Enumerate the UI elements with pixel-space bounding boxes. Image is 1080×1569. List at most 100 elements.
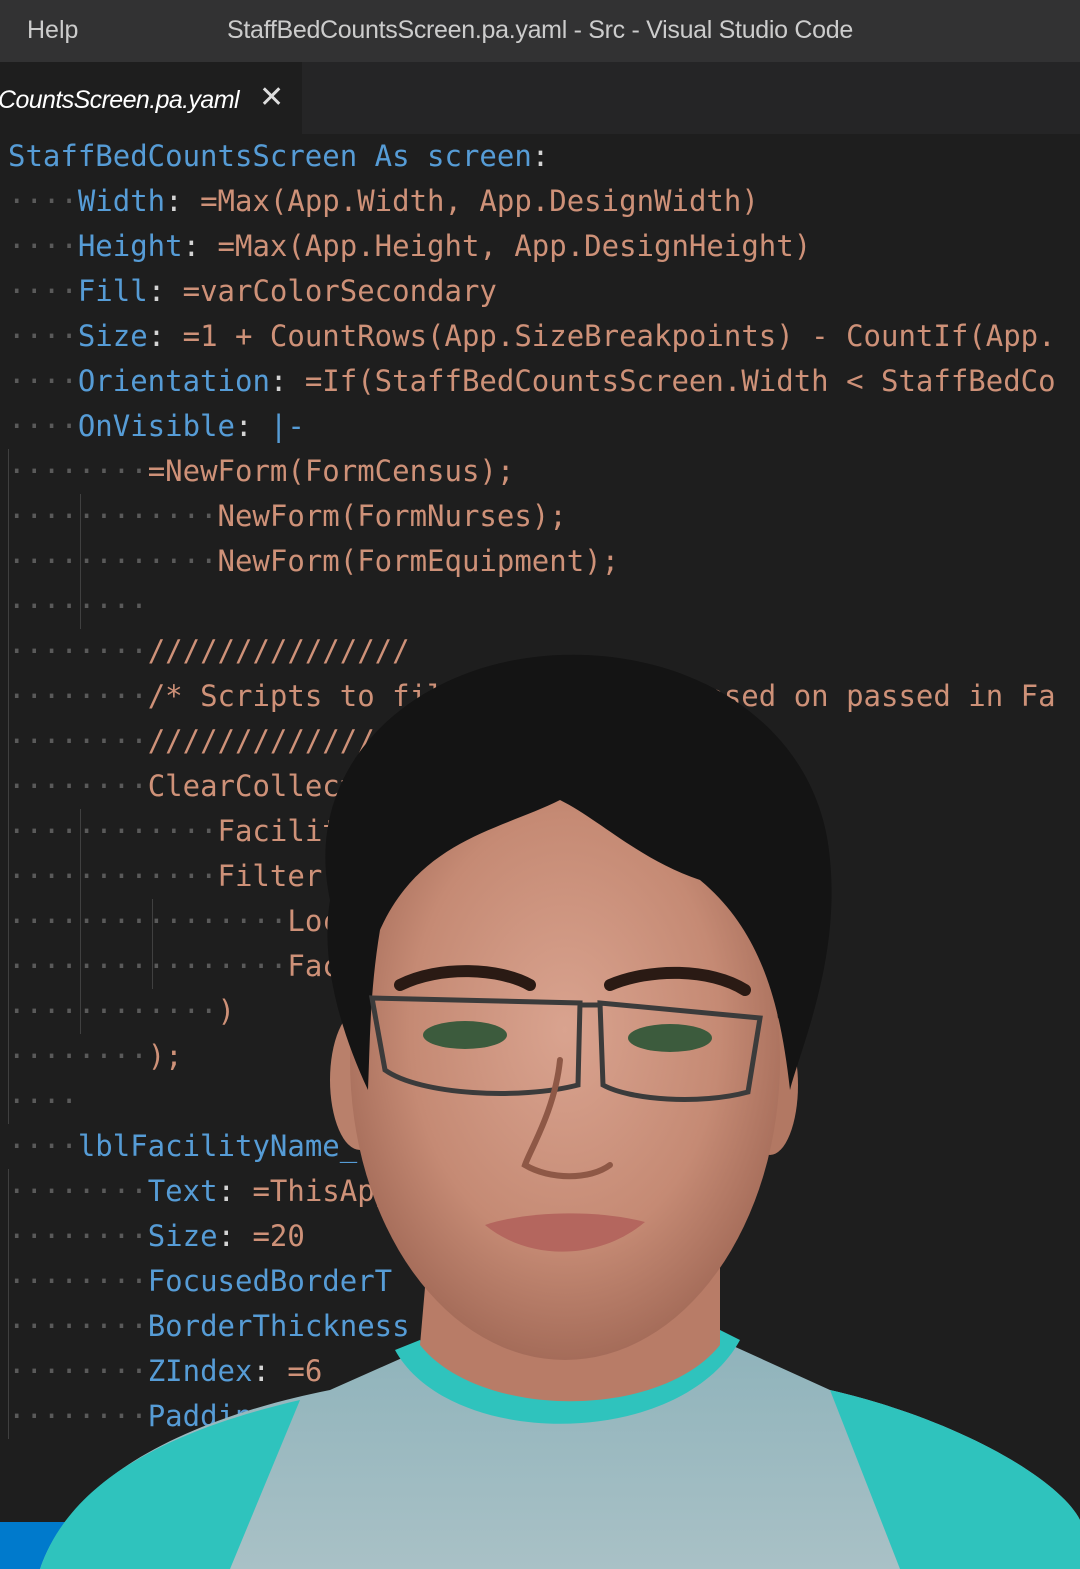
indent-whitespace: ············ xyxy=(8,814,218,848)
code-line[interactable]: ····OnVisible: |- xyxy=(8,404,305,449)
code-token: : xyxy=(182,229,218,263)
code-line[interactable]: ············NewForm(FormNurses); xyxy=(8,494,567,539)
indent-whitespace: ················ xyxy=(8,904,288,938)
code-token: FacilityID = Param("FacilityID xyxy=(287,949,812,983)
code-line[interactable]: ············NewForm(FormEquipment); xyxy=(8,539,619,584)
code-token: =Max(App.Height, App.DesignHeight) xyxy=(217,229,812,263)
code-line[interactable]: ········ClearCollect( xyxy=(8,764,375,809)
indent-whitespace: ···· xyxy=(8,1084,78,1118)
code-token: ); xyxy=(147,1039,183,1073)
indent-whitespace: ········ xyxy=(8,769,148,803)
code-token: : xyxy=(165,184,201,218)
indent-guide xyxy=(8,899,9,944)
code-line[interactable]: ········); xyxy=(8,1034,183,1079)
indent-whitespace: ········ xyxy=(8,1219,148,1253)
indent-guide xyxy=(152,899,153,944)
code-token: ZIndex xyxy=(147,1354,253,1388)
code-token: =ThisApp xyxy=(252,1174,393,1208)
code-line[interactable]: ············Filter( xyxy=(8,854,340,899)
indent-guide xyxy=(80,854,81,899)
code-line[interactable]: ···· xyxy=(8,1079,78,1124)
code-line[interactable]: ················FacilityID = Param("Faci… xyxy=(8,944,811,989)
code-token: : xyxy=(531,139,550,173)
code-editor[interactable]: StaffBedCountsScreen As screen: ····Width… xyxy=(0,134,1080,1569)
indent-whitespace: ············ xyxy=(8,544,218,578)
code-line[interactable]: ········/* Scripts to filter locations b… xyxy=(8,674,1056,719)
code-token: FocusedBorderT xyxy=(147,1264,393,1298)
code-token: =1 + CountRows(App.SizeBreakpoints) - Co… xyxy=(182,319,1056,353)
status-bar xyxy=(0,1522,80,1569)
indent-guide xyxy=(152,944,153,989)
code-line[interactable]: ····Size: =1 + CountRows(App.SizeBreakpo… xyxy=(8,314,1056,359)
code-token: : xyxy=(269,364,305,398)
code-token: NewForm(FormNurses); xyxy=(217,499,567,533)
close-icon[interactable]: ✕ xyxy=(259,80,284,115)
code-token: NewForm(FormEquipment); xyxy=(217,544,620,578)
code-line[interactable]: ········/////////////// xyxy=(8,629,410,674)
indent-whitespace: ········ xyxy=(8,634,148,668)
indent-guide xyxy=(8,1394,9,1439)
code-line[interactable]: ············Facilities, xyxy=(8,809,410,854)
code-line[interactable]: ········ xyxy=(8,584,148,629)
code-line[interactable]: ········Text: =ThisApp xyxy=(8,1169,392,1214)
code-token: =varColorSecondary xyxy=(182,274,497,308)
indent-whitespace: ················ xyxy=(8,949,288,983)
indent-guide xyxy=(80,494,81,539)
code-token: Size xyxy=(147,1219,218,1253)
code-token: : xyxy=(234,409,270,443)
indent-whitespace: ···· xyxy=(8,229,78,263)
code-token: Fill xyxy=(77,274,148,308)
code-token: /////////////// xyxy=(147,724,410,758)
indent-guide xyxy=(80,944,81,989)
editor-tab-active[interactable]: CountsScreen.pa.yaml ✕ xyxy=(0,62,302,134)
code-line[interactable]: ········BorderThickness xyxy=(8,1304,410,1349)
indent-guide xyxy=(8,449,9,494)
code-token: Width xyxy=(77,184,166,218)
code-token: ClearCollect( xyxy=(147,769,375,803)
code-line[interactable]: ····Height: =Max(App.Height, App.DesignH… xyxy=(8,224,811,269)
indent-whitespace: ········ xyxy=(8,589,148,623)
code-line[interactable]: ····Orientation: =If(StaffBedCountsScree… xyxy=(8,359,1056,404)
code-line[interactable]: ····lblFacilityName_ xyxy=(8,1124,357,1169)
code-line[interactable]: ········=NewForm(FormCensus); xyxy=(8,449,514,494)
indent-whitespace: ········ xyxy=(8,679,148,713)
code-token: Text xyxy=(147,1174,218,1208)
indent-guide xyxy=(8,1034,9,1079)
code-token: : xyxy=(217,1174,253,1208)
code-token: =6 xyxy=(287,1354,323,1388)
code-line[interactable]: ········ZIndex: =6 xyxy=(8,1349,322,1394)
indent-whitespace: ········ xyxy=(8,724,148,758)
indent-guide xyxy=(8,1169,9,1214)
indent-whitespace: ············ xyxy=(8,994,218,1028)
code-token: : xyxy=(217,1219,253,1253)
code-line[interactable]: ····Width: =Max(App.Width, App.DesignWid… xyxy=(8,179,759,224)
code-token: StaffBedCountsScreen As screen xyxy=(8,139,532,173)
indent-whitespace: ········ xyxy=(8,1039,148,1073)
indent-guide xyxy=(80,989,81,1034)
indent-whitespace: ···· xyxy=(8,1129,78,1163)
indent-guide xyxy=(8,944,9,989)
indent-guide xyxy=(8,584,9,629)
code-line[interactable]: ····Fill: =varColorSecondary xyxy=(8,269,497,314)
indent-whitespace: ········ xyxy=(8,1309,148,1343)
code-line[interactable]: StaffBedCountsScreen As screen: xyxy=(8,134,549,179)
code-line[interactable]: ········Size: =20 xyxy=(8,1214,305,1259)
code-token: Orientation xyxy=(77,364,270,398)
code-token: ) xyxy=(217,994,235,1028)
code-line[interactable]: ············) xyxy=(8,989,235,1034)
code-line[interactable]: ········FocusedBorderT xyxy=(8,1259,392,1304)
code-token: /////////////// xyxy=(147,634,410,668)
code-token: : xyxy=(147,319,183,353)
tab-label: CountsScreen.pa.yaml xyxy=(0,86,240,114)
code-token: Padding xyxy=(147,1399,270,1433)
code-token: Facilities, xyxy=(217,814,410,848)
indent-whitespace: ···· xyxy=(8,274,78,308)
code-line[interactable]: ········Padding xyxy=(8,1394,270,1439)
code-line[interactable]: ················Locations, xyxy=(8,899,462,944)
indent-guide xyxy=(8,809,9,854)
indent-guide xyxy=(8,1259,9,1304)
code-token: lblFacilityName_ xyxy=(77,1129,358,1163)
indent-guide xyxy=(8,1304,9,1349)
code-line[interactable]: ········/////////////// xyxy=(8,719,410,764)
indent-whitespace: ········ xyxy=(8,454,148,488)
